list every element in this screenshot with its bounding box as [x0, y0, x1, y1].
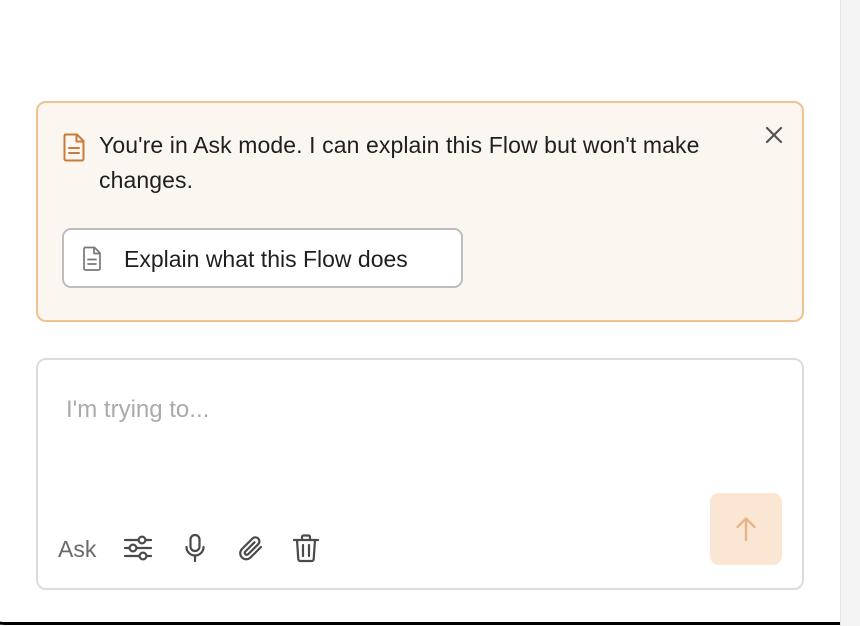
trash-icon[interactable]	[290, 532, 322, 564]
send-button[interactable]	[710, 493, 782, 565]
microphone-icon[interactable]	[179, 532, 211, 564]
document-icon	[62, 132, 86, 162]
close-icon[interactable]	[762, 123, 786, 147]
paperclip-icon[interactable]	[234, 532, 266, 564]
arrow-up-icon	[736, 517, 756, 542]
explain-flow-button[interactable]: Explain what this Flow does	[62, 228, 463, 288]
scrollbar-rail[interactable]	[840, 0, 860, 626]
mode-selector[interactable]: Ask	[58, 534, 96, 564]
ask-mode-notice: You're in Ask mode. I can explain this F…	[36, 101, 804, 322]
document-icon	[82, 246, 102, 271]
notice-message: You're in Ask mode. I can explain this F…	[99, 132, 700, 193]
app-window: You're in Ask mode. I can explain this F…	[0, 0, 860, 626]
settings-sliders-icon[interactable]	[122, 532, 154, 564]
chat-composer: Ask	[36, 358, 804, 590]
prompt-input[interactable]	[66, 390, 706, 430]
explain-flow-label: Explain what this Flow does	[124, 246, 408, 272]
